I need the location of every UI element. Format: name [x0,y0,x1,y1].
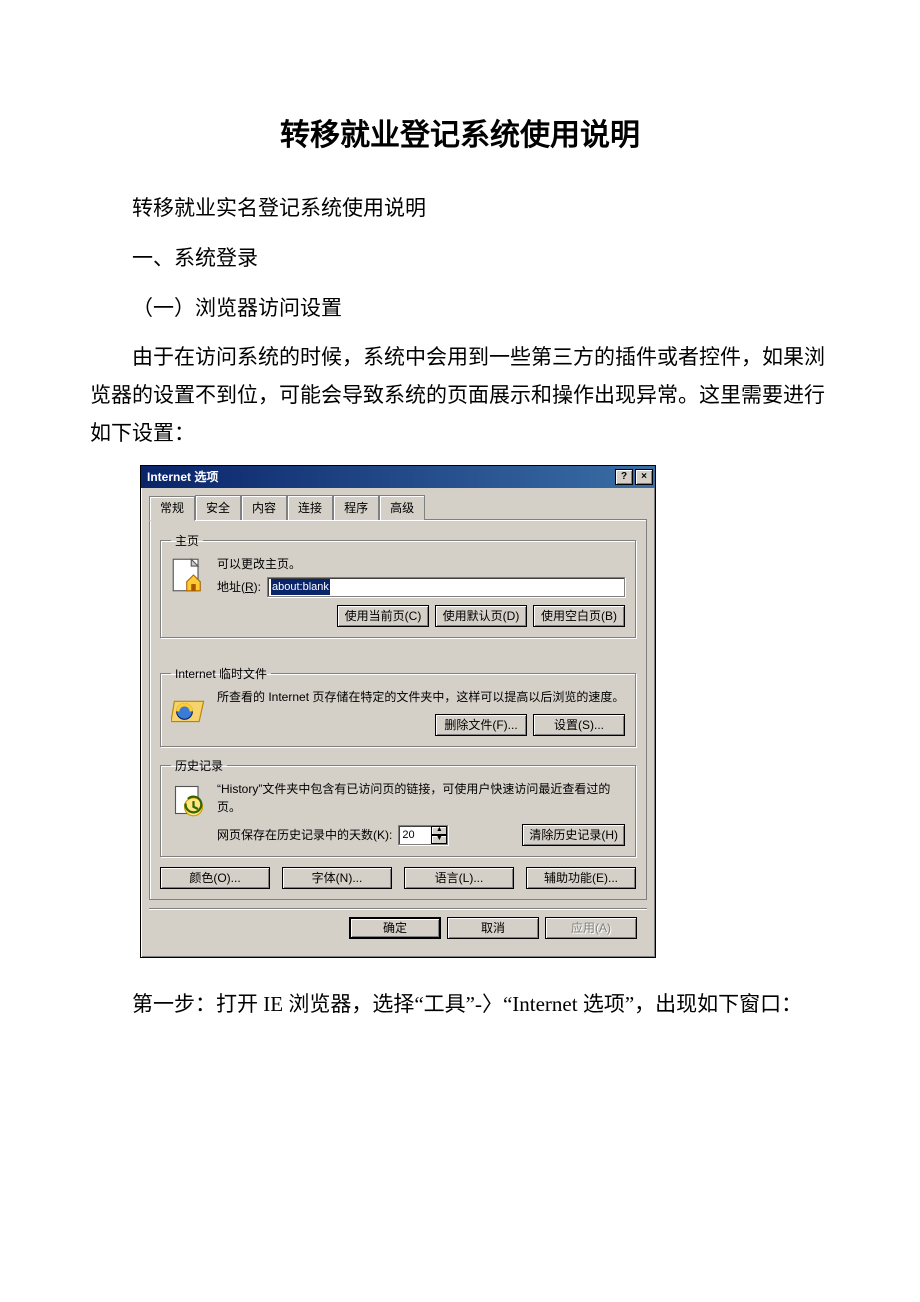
tab-programs[interactable]: 程序 [333,495,379,520]
internet-options-dialog: Internet 选项 ? × 常规 安全 内容 连接 程序 高级 主页 [140,465,656,958]
languages-button[interactable]: 语言(L)... [404,867,514,889]
tab-advanced[interactable]: 高级 [379,495,425,520]
dialog-footer: 确定 取消 应用(A) [149,908,647,949]
tab-general[interactable]: 常规 [149,496,195,521]
spinner-up-icon[interactable]: ▲ [431,826,447,835]
temp-files-group: Internet 临时文件 所查看的 Internet 页存储在特定的文件夹中，… [160,665,636,747]
dialog-tabstrip: 常规 安全 内容 连接 程序 高级 [141,488,655,519]
paragraph: 转移就业实名登记系统使用说明 [90,190,830,228]
dialog-titlebar: Internet 选项 ? × [141,466,655,488]
paragraph: （一）浏览器访问设置 [90,290,830,328]
tab-connections[interactable]: 连接 [287,495,333,520]
homepage-address-value: about:blank [271,579,330,596]
tab-content[interactable]: 内容 [241,495,287,520]
use-default-page-button[interactable]: 使用默认页(D) [435,605,527,627]
temp-files-legend: Internet 临时文件 [171,665,271,682]
document-title: 转移就业登记系统使用说明 [90,110,830,154]
tab-panel-general: 主页 可以更改主页。 [149,519,647,900]
homepage-group: 主页 可以更改主页。 [160,532,636,638]
use-current-page-button[interactable]: 使用当前页(C) [337,605,429,627]
fonts-button[interactable]: 字体(N)... [282,867,392,889]
ie-icon [171,690,207,726]
clear-history-button[interactable]: 清除历史记录(H) [522,824,625,846]
address-label: 地址(R): [217,578,261,596]
settings-button[interactable]: 设置(S)... [533,714,625,736]
dialog-help-button[interactable]: ? [615,469,633,485]
history-days-value: 20 [399,826,431,844]
apply-button[interactable]: 应用(A) [545,917,637,939]
homepage-legend: 主页 [171,532,203,549]
temp-files-desc: 所查看的 Internet 页存储在特定的文件夹中，这样可以提高以后浏览的速度。 [217,688,625,706]
accessibility-button[interactable]: 辅助功能(E)... [526,867,636,889]
paragraph: 一、系统登录 [90,240,830,278]
paragraph: 第一步：打开 IE 浏览器，选择“工具”-〉“Internet 选项”，出现如下… [90,986,830,1024]
cancel-button[interactable]: 取消 [447,917,539,939]
history-legend: 历史记录 [171,757,227,774]
colors-button[interactable]: 颜色(O)... [160,867,270,889]
history-days-label: 网页保存在历史记录中的天数(K): [217,826,392,844]
ok-button[interactable]: 确定 [349,917,441,939]
history-days-spinner[interactable]: 20 ▲ ▼ [398,825,448,845]
use-blank-page-button[interactable]: 使用空白页(B) [533,605,625,627]
delete-files-button[interactable]: 删除文件(F)... [435,714,527,736]
tab-security[interactable]: 安全 [195,495,241,520]
dialog-title: Internet 选项 [147,468,613,485]
dialog-close-button[interactable]: × [635,469,653,485]
spinner-down-icon[interactable]: ▼ [431,835,447,844]
home-icon [171,557,207,593]
homepage-address-input[interactable]: about:blank [267,577,625,597]
history-desc: “History”文件夹中包含有已访问页的链接，可使用户快速访问最近查看过的页。 [217,780,625,816]
history-icon [171,782,207,818]
homepage-desc: 可以更改主页。 [217,555,625,573]
history-group: 历史记录 “History”文件夹中包含有已访问页的链接，可使用户快速访问最 [160,757,636,857]
paragraph: 由于在访问系统的时候，系统中会用到一些第三方的插件或者控件，如果浏览器的设置不到… [90,339,830,452]
